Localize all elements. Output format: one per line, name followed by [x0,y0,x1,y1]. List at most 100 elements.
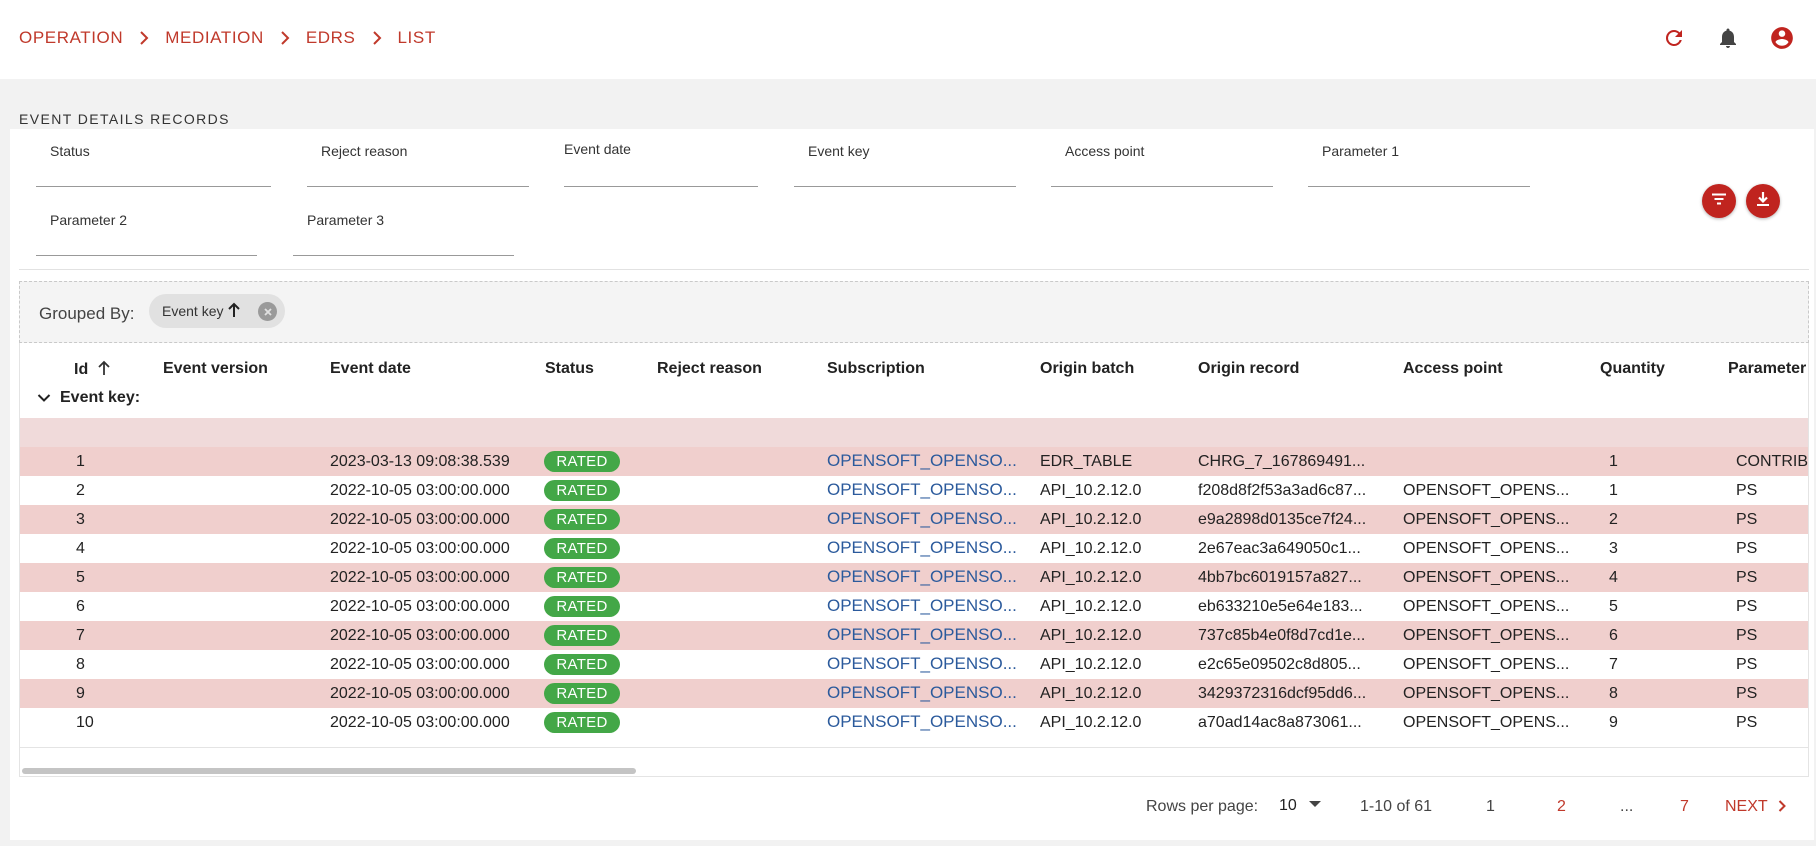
cell-origin-record: e9a2898d0135ce7f24... [1198,511,1367,528]
cell-origin-record: 2e67eac3a649050c1... [1198,540,1361,557]
group-row-event-key[interactable]: Event key: [32,386,140,410]
close-icon[interactable] [258,302,277,321]
filter-status[interactable]: Status [36,129,271,187]
cell-subscription[interactable]: OPENSOFT_OPENSO... [827,451,1017,471]
column-header-subscription[interactable]: Subscription [827,360,925,378]
cell-parameter: PS [1736,511,1758,528]
column-header-status[interactable]: Status [545,360,594,378]
parameter-3-input[interactable] [293,229,514,255]
breadcrumb-operation[interactable]: OPERATION [19,28,123,48]
download-icon [1754,190,1772,213]
filter-parameter-2[interactable]: Parameter 2 [36,198,257,256]
cell-origin-batch: API_10.2.12.0 [1040,482,1142,499]
cell-event-date: 2022-10-05 03:00:00.000 [330,598,510,615]
filter-event-date[interactable]: Event date [564,129,758,187]
cell-event-date: 2022-10-05 03:00:00.000 [330,627,510,644]
cell-status: RATED [544,509,620,530]
rows-per-page-select[interactable]: 10 [1279,795,1322,815]
page-button-7[interactable]: 7 [1680,798,1689,816]
filters-divider [19,269,1809,270]
horizontal-scrollbar[interactable] [19,763,1809,777]
cell-event-date: 2022-10-05 03:00:00.000 [330,540,510,557]
cell-quantity: 9 [1609,714,1618,731]
breadcrumb-edrs[interactable]: EDRS [306,28,356,48]
column-header-reject-reason[interactable]: Reject reason [657,360,762,378]
cell-event-date: 2022-10-05 03:00:00.000 [330,569,510,586]
filter-button[interactable] [1702,184,1736,218]
cell-quantity: 1 [1609,453,1618,470]
cell-id: 4 [76,540,85,557]
cell-origin-record: CHRG_7_167869491... [1198,453,1366,470]
access-point-input[interactable] [1051,160,1273,186]
column-header-quantity[interactable]: Quantity [1600,360,1665,378]
cell-origin-record: a70ad14ac8a873061... [1198,714,1362,731]
chevron-down-icon[interactable] [32,386,56,410]
column-header-event-date[interactable]: Event date [330,360,411,378]
table-row[interactable]: 6 2022-10-05 03:00:00.000 RATED OPENSOFT_OP… [20,592,1808,621]
cell-origin-batch: API_10.2.12.0 [1040,656,1142,673]
grouping-panel[interactable]: Grouped By: Event key [19,281,1809,343]
filter-reject-reason[interactable]: Reject reason [307,129,529,187]
arrow-up-icon[interactable] [227,302,241,321]
next-page-button[interactable]: NEXT [1725,798,1786,817]
column-header-event-version[interactable]: Event version [163,360,268,378]
cell-subscription[interactable]: OPENSOFT_OPENSO... [827,567,1017,587]
filter-parameter-1[interactable]: Parameter 1 [1308,129,1530,187]
column-header-parameter[interactable]: Parameter [1728,360,1806,378]
parameter-2-input[interactable] [36,229,257,255]
cell-event-date: 2023-03-13 09:08:38.539 [330,453,510,470]
cell-origin-record: 4bb7bc6019157a827... [1198,569,1362,586]
table-row[interactable]: 5 2022-10-05 03:00:00.000 RATED OPENSOFT_OP… [20,563,1808,592]
breadcrumb: OPERATION MEDIATION EDRS LIST [19,28,436,48]
table-row[interactable]: 9 2022-10-05 03:00:00.000 RATED OPENSOFT_OP… [20,679,1808,708]
cell-event-date: 2022-10-05 03:00:00.000 [330,511,510,528]
edr-list-card: Status Reject reason Event date Event ke… [10,129,1814,840]
reject-reason-input[interactable] [307,160,529,186]
cell-subscription[interactable]: OPENSOFT_OPENSO... [827,683,1017,703]
event-key-input[interactable] [794,160,1016,186]
cell-access-point: OPENSOFT_OPENS... [1403,714,1570,731]
table-row[interactable]: 8 2022-10-05 03:00:00.000 RATED OPENSOFT_OP… [20,650,1808,679]
table-row[interactable]: 7 2022-10-05 03:00:00.000 RATED OPENSOFT_OP… [20,621,1808,650]
filter-parameter-2-label: Parameter 2 [50,212,128,228]
filter-event-key[interactable]: Event key [794,129,1016,187]
column-header-origin-record[interactable]: Origin record [1198,360,1299,378]
group-chip-event-key[interactable]: Event key [149,294,285,328]
cell-event-date: 2022-10-05 03:00:00.000 [330,685,510,702]
filter-icon [1710,190,1728,213]
parameter-1-input[interactable] [1308,160,1530,186]
table-row[interactable]: 3 2022-10-05 03:00:00.000 RATED OPENSOFT_OP… [20,505,1808,534]
filter-event-date-label: Event date [564,141,631,157]
table-row[interactable]: 2 2022-10-05 03:00:00.000 RATED OPENSOFT_OP… [20,476,1808,505]
table-row[interactable]: 10 2022-10-05 03:00:00.000 RATED OPENSOFT_O… [20,708,1808,737]
page-button-2[interactable]: 2 [1557,798,1566,816]
status-input[interactable] [36,160,271,186]
event-date-input[interactable] [564,160,758,186]
table-row[interactable]: 1 2023-03-13 09:08:38.539 RATED OPENSOFT_OP… [20,447,1808,476]
account-circle-icon[interactable] [1768,24,1796,52]
download-button[interactable] [1746,184,1780,218]
breadcrumb-mediation[interactable]: MEDIATION [165,28,264,48]
refresh-icon[interactable] [1660,24,1688,52]
cell-id: 6 [76,598,85,615]
sort-ascending-icon[interactable] [97,360,111,381]
bell-icon[interactable] [1714,24,1742,52]
column-header-access-point[interactable]: Access point [1403,360,1503,378]
cell-subscription[interactable]: OPENSOFT_OPENSO... [827,596,1017,616]
filter-parameter-3[interactable]: Parameter 3 [293,198,514,256]
cell-subscription[interactable]: OPENSOFT_OPENSO... [827,625,1017,645]
cell-subscription[interactable]: OPENSOFT_OPENSO... [827,480,1017,500]
cell-subscription[interactable]: OPENSOFT_OPENSO... [827,509,1017,529]
column-header-origin-batch[interactable]: Origin batch [1040,360,1134,378]
cell-parameter: PS [1736,685,1758,702]
page-button-1[interactable]: 1 [1486,798,1495,816]
scrollbar-thumb[interactable] [22,768,636,774]
cell-subscription[interactable]: OPENSOFT_OPENSO... [827,538,1017,558]
cell-subscription[interactable]: OPENSOFT_OPENSO... [827,654,1017,674]
cell-status: RATED [544,654,620,675]
edr-table: Id Event version Event date Status Rejec… [19,343,1809,776]
cell-subscription[interactable]: OPENSOFT_OPENSO... [827,712,1017,732]
column-header-id[interactable]: Id [74,360,111,381]
filter-access-point[interactable]: Access point [1051,129,1273,187]
table-row[interactable]: 4 2022-10-05 03:00:00.000 RATED OPENSOFT_OP… [20,534,1808,563]
